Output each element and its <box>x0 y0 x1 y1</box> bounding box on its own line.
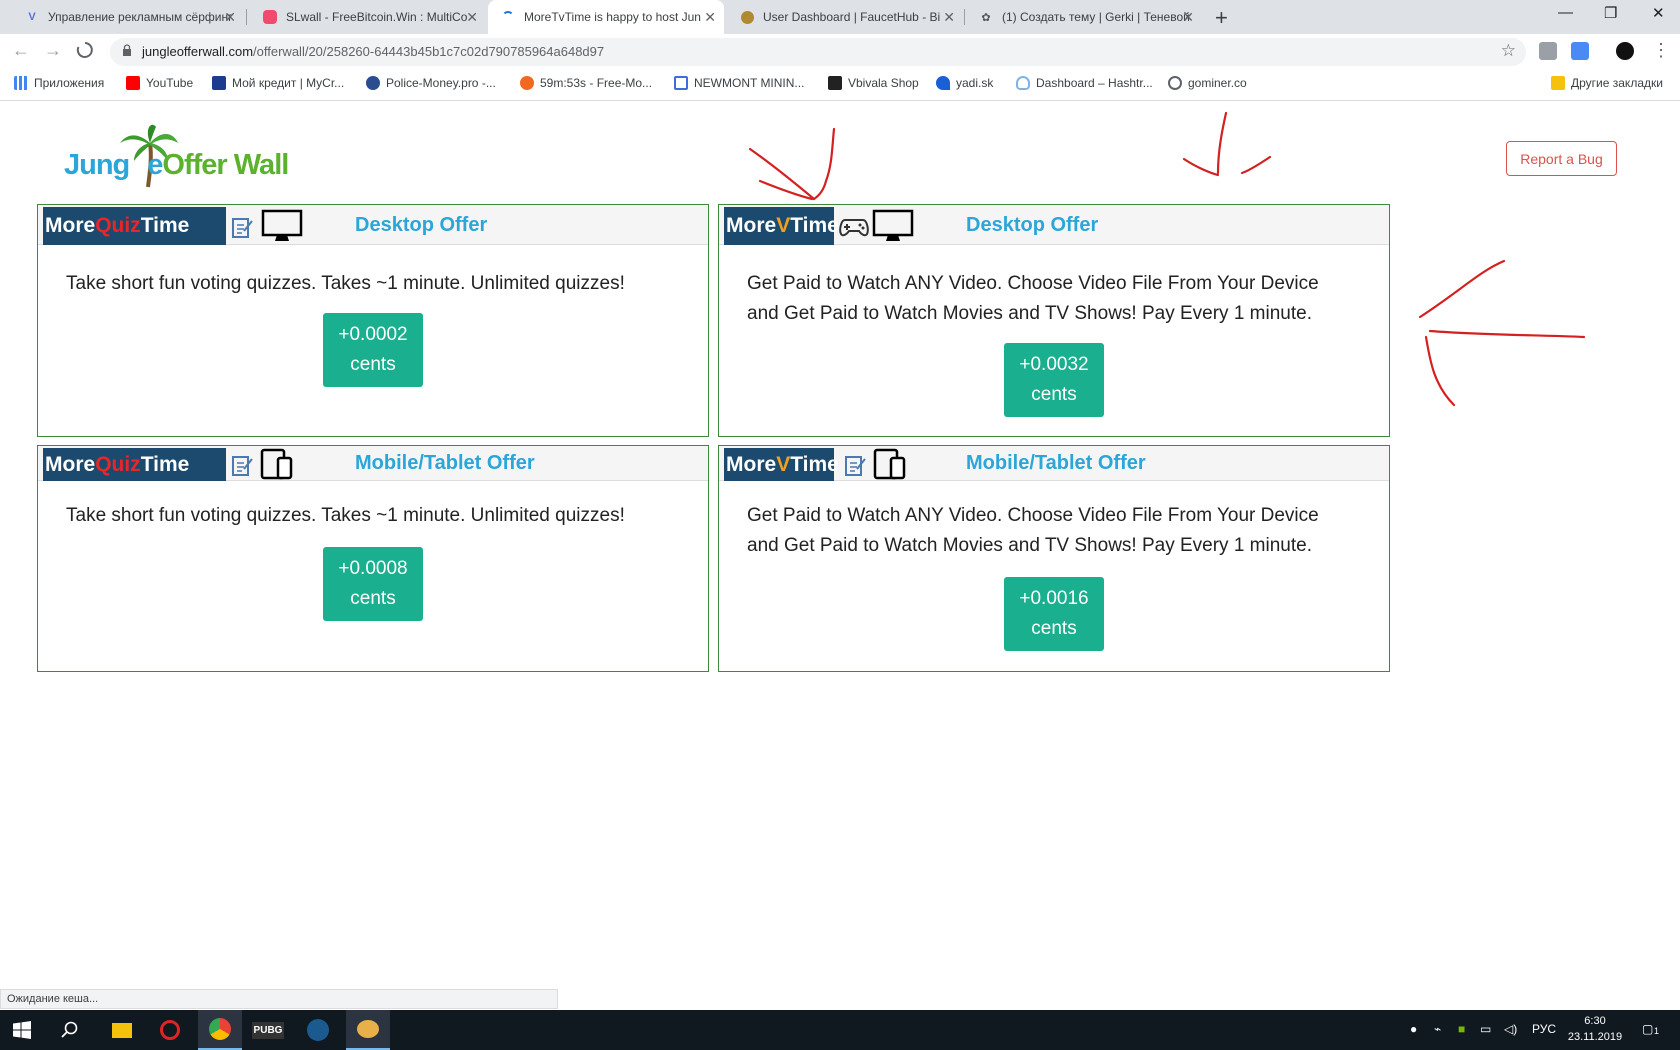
search-icon <box>61 1021 78 1038</box>
translate-icon[interactable] <box>1571 42 1589 60</box>
bookmark-policemoney[interactable]: Police-Money.pro -... <box>366 76 496 90</box>
steam-button[interactable] <box>296 1010 340 1050</box>
notification-center-icon[interactable]: ▢ <box>1642 1022 1653 1036</box>
browser-tab[interactable]: User Dashboard | FaucetHub - Bi ✕ <box>727 0 963 34</box>
new-tab-button[interactable]: + <box>1215 5 1228 31</box>
annotation-arrow-down-left-head <box>748 147 816 201</box>
bookmark-gominer[interactable]: gominer.co <box>1168 76 1247 90</box>
address-bar[interactable]: jungleofferwall.com/offerwall/20/258260-… <box>110 38 1526 66</box>
close-tab-icon[interactable]: ✕ <box>943 9 955 26</box>
hashtr-icon <box>1016 76 1030 90</box>
profile-avatar[interactable] <box>1616 42 1634 60</box>
volume-icon[interactable]: ◁) <box>1504 1022 1517 1036</box>
close-tab-icon[interactable]: ✕ <box>704 9 716 26</box>
chrome-taskbar-button[interactable] <box>198 1010 242 1050</box>
loading-spinner-icon <box>76 42 93 58</box>
chrome-tray-icon[interactable]: ● <box>1410 1022 1417 1036</box>
faucethub-icon <box>739 9 755 25</box>
lock-icon <box>123 44 131 56</box>
system-clock[interactable]: 6:30 23.11.2019 <box>1560 1013 1630 1045</box>
language-indicator[interactable]: РУС <box>1532 1022 1556 1036</box>
pubg-icon: PUBG <box>251 1021 285 1039</box>
restore-button[interactable]: ❐ <box>1604 4 1617 22</box>
v-icon: V <box>28 11 36 23</box>
folder-icon <box>112 1022 132 1038</box>
network-tray-icon[interactable]: ⌁ <box>1434 1022 1441 1036</box>
annotation-arrow-down <box>1216 111 1228 175</box>
folder-icon <box>1551 76 1565 90</box>
newmont-icon <box>674 76 688 90</box>
tab-separator <box>246 9 247 25</box>
nvidia-tray-icon[interactable]: ■ <box>1458 1022 1465 1036</box>
search-button[interactable] <box>48 1010 92 1050</box>
annotation-arrow-left-head-top <box>1418 259 1506 319</box>
other-bookmarks[interactable]: Другие закладки <box>1551 76 1663 90</box>
browser-tab[interactable]: V Управление рекламным сёрфинг ✕ <box>12 0 244 34</box>
mycredit-icon <box>212 76 226 90</box>
bookmark-vbivala[interactable]: Vbivala Shop <box>828 76 919 90</box>
close-tab-icon[interactable]: ✕ <box>466 9 478 26</box>
slwall-icon <box>262 9 278 25</box>
browser-toolbar: ← → jungleofferwall.com/offerwall/20/258… <box>0 34 1680 69</box>
offer-reward-button[interactable]: +0.0016 cents <box>1004 577 1104 651</box>
annotation-arrow-down-head-left <box>1182 157 1220 177</box>
browser-tab[interactable]: ✿ (1) Создать тему | Gerki | Теневой ✕ <box>966 0 1202 34</box>
browser-tab-active[interactable]: MoreTvTime is happy to host Jun ✕ <box>488 0 724 34</box>
vbivala-icon <box>828 76 842 90</box>
tab-strip: V Управление рекламным сёрфинг ✕ SLwall … <box>0 0 1680 34</box>
bookmark-youtube[interactable]: YouTube <box>126 76 193 90</box>
back-button[interactable]: ← <box>12 40 30 61</box>
annotation-arrow-down-left <box>812 127 836 201</box>
file-explorer-button[interactable] <box>100 1010 144 1050</box>
annotation-arrow-left-head-bottom <box>1424 335 1456 407</box>
monitor-tray-icon[interactable]: ▭ <box>1480 1022 1491 1036</box>
gerki-icon: ✿ <box>981 11 991 24</box>
red-circle-app-icon <box>160 1020 180 1040</box>
paint-palette-icon <box>357 1020 379 1038</box>
notification-count: 1 <box>1654 1026 1660 1036</box>
close-window-button[interactable]: ✕ <box>1652 4 1665 22</box>
chrome-icon <box>209 1018 231 1040</box>
browser-tab[interactable]: SLwall - FreeBitcoin.Win : MultiCo ✕ <box>250 0 486 34</box>
forward-button[interactable]: → <box>44 40 62 61</box>
windows-taskbar: PUBG ● ⌁ ■ ▭ ◁) РУС 6:30 23.11.2019 ▢ 1 <box>0 1010 1680 1050</box>
minimize-button[interactable]: — <box>1558 4 1573 21</box>
close-tab-icon[interactable]: ✕ <box>224 9 236 26</box>
bookmark-hashtr[interactable]: Dashboard – Hashtr... <box>1016 76 1153 90</box>
bookmark-mycredit[interactable]: Мой кредит | MyCr... <box>212 76 344 90</box>
url-text: jungleofferwall.com/offerwall/20/258260-… <box>142 44 605 59</box>
app-button[interactable] <box>148 1010 192 1050</box>
monero-icon <box>520 76 534 90</box>
loading-icon <box>500 9 516 25</box>
bookmark-freemonero[interactable]: 59m:53s - Free-Mo... <box>520 76 652 90</box>
steam-icon <box>307 1019 329 1041</box>
bookmark-apps[interactable]: Приложения <box>14 76 104 90</box>
policemoney-icon <box>366 76 380 90</box>
bookmark-star-icon[interactable]: ☆ <box>1501 41 1516 61</box>
stop-reload-button[interactable] <box>76 41 94 64</box>
apps-icon <box>14 76 28 90</box>
bookmarks-bar: Приложения YouTube Мой кредит | MyCr... … <box>0 69 1680 101</box>
menu-icon[interactable]: ⋮ <box>1652 40 1670 61</box>
bookmark-yadisk[interactable]: yadi.sk <box>936 76 993 90</box>
paint-button[interactable] <box>346 1010 390 1050</box>
annotation-arrows <box>748 111 1586 407</box>
windows-start-button[interactable] <box>0 1010 44 1050</box>
yadisk-icon <box>936 76 950 90</box>
page-content: Jung eOffer Wall Report a Bug More Quiz Tim… <box>0 101 1680 989</box>
globe-icon <box>1168 76 1182 90</box>
pubg-button[interactable]: PUBG <box>246 1010 290 1050</box>
tab-separator <box>964 9 965 25</box>
windows-logo-icon <box>13 1021 31 1039</box>
annotation-arrow-left <box>1428 329 1586 339</box>
youtube-icon <box>126 76 140 90</box>
close-tab-icon[interactable]: ✕ <box>1182 9 1194 26</box>
bookmark-newmont[interactable]: NEWMONT MININ... <box>674 76 804 90</box>
status-bubble: Ожидание кеша... <box>0 989 558 1009</box>
annotation-arrow-down-head-right <box>1240 155 1272 175</box>
extension-icon[interactable] <box>1539 42 1557 60</box>
